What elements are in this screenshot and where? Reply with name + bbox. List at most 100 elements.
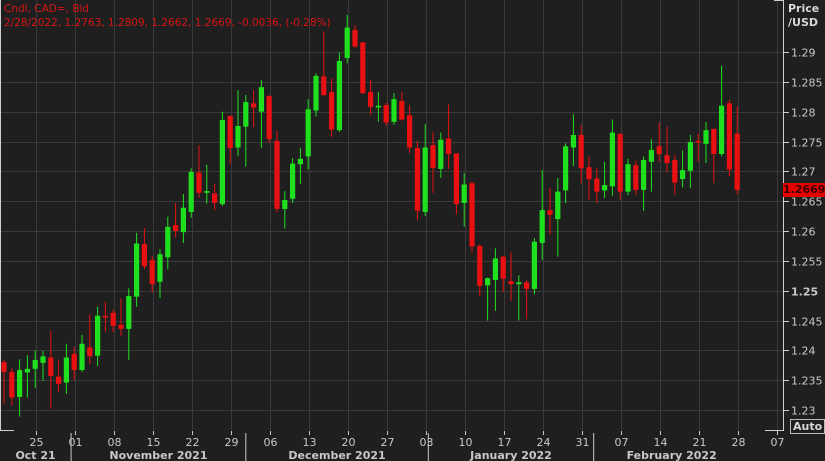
candle-body-down — [141, 244, 147, 267]
candle-body-down — [453, 153, 459, 205]
candle-body-down — [321, 76, 327, 95]
candle-body-up — [336, 60, 342, 131]
y-tick-label: 1.275 — [791, 137, 823, 150]
candle-body-down — [368, 91, 374, 107]
candle[interactable] — [313, 73, 319, 117]
candle-body-down — [594, 178, 600, 192]
candle-body-down — [102, 315, 108, 318]
candle[interactable] — [219, 111, 225, 206]
candle-body-down — [656, 146, 662, 155]
candle-body-down — [329, 91, 335, 130]
y-tick-label: 1.255 — [791, 256, 823, 269]
x-tick-label: 13 — [303, 436, 317, 449]
candle-body-down — [508, 281, 514, 285]
candle-body-down — [711, 128, 717, 155]
candle-body-up — [290, 163, 296, 199]
candle-body-down — [87, 347, 93, 357]
x-tick-label: 06 — [264, 436, 278, 449]
last-price-marker: 1.2669 — [783, 183, 825, 197]
candle-body-down — [500, 256, 506, 279]
x-tick-label: 25 — [30, 436, 44, 449]
month-label: December 2021 — [288, 449, 385, 461]
candle-body-down — [469, 183, 475, 247]
candle[interactable] — [266, 94, 272, 143]
candle[interactable] — [290, 158, 296, 203]
candle-body-down — [173, 225, 179, 232]
candle-body-up — [492, 258, 498, 280]
candle-body-down — [586, 167, 592, 180]
x-tick-label: 07 — [615, 436, 629, 449]
candle[interactable] — [414, 140, 420, 221]
x-tick-label: 31 — [576, 436, 590, 449]
candle-body-up — [204, 191, 210, 193]
candle-body-down — [227, 115, 233, 149]
candle-body-down — [446, 138, 452, 155]
candle-body-up — [40, 356, 46, 363]
candle-body-up — [375, 105, 381, 108]
candle-body-up — [563, 146, 569, 191]
auto-scale-button[interactable]: Auto — [790, 419, 825, 434]
chart-background — [0, 0, 825, 461]
candle[interactable] — [274, 130, 280, 213]
x-tick-label: 20 — [342, 436, 356, 449]
candle-body-up — [24, 368, 30, 373]
y-tick-label: 1.265 — [791, 196, 823, 209]
candle-body-up — [243, 102, 249, 127]
candle-body-up — [609, 132, 615, 187]
candle[interactable] — [726, 99, 732, 177]
chart-title: Cndl, CAD=, Bid — [4, 3, 90, 15]
candle-body-up — [17, 370, 23, 397]
candle-body-down — [407, 115, 413, 148]
x-tick-label: 24 — [537, 436, 551, 449]
price-unit-label: Price — [788, 2, 820, 15]
y-tick-label: 1.245 — [791, 316, 823, 329]
y-tick-label: 1.26 — [791, 226, 816, 239]
candle-body-up — [188, 171, 194, 212]
month-label: February 2022 — [627, 449, 717, 461]
candle-body-down — [399, 100, 405, 120]
month-label: January 2022 — [469, 449, 552, 461]
candle-body-up — [297, 158, 303, 165]
candle-body-up — [391, 99, 397, 122]
candle-body-up — [219, 120, 225, 205]
candle[interactable] — [469, 181, 475, 253]
y-tick-label: 1.24 — [791, 345, 816, 358]
candle-body-up — [344, 27, 350, 58]
candle[interactable] — [360, 41, 366, 94]
candle-body-up — [516, 282, 522, 285]
candle-body-up — [461, 184, 467, 203]
candle[interactable] — [625, 158, 631, 196]
candle-body-up — [95, 315, 101, 356]
y-tick-label: 1.23 — [791, 405, 816, 418]
candle-body-up — [687, 142, 693, 171]
candle-body-down — [212, 193, 218, 203]
candle-body-down — [414, 148, 420, 211]
x-tick-label: 14 — [654, 436, 668, 449]
candle[interactable] — [188, 168, 194, 218]
candle-body-up — [63, 357, 69, 383]
candle-body-up — [32, 359, 38, 369]
candle-body-up — [555, 191, 561, 220]
candle-body-down — [71, 353, 77, 371]
candle-body-down — [149, 260, 155, 285]
candle[interactable] — [531, 238, 537, 295]
candle-body-down — [251, 103, 257, 108]
candle[interactable] — [336, 52, 342, 132]
candle-body-down — [1, 362, 7, 372]
candle[interactable] — [134, 232, 140, 307]
candle-body-down — [726, 103, 732, 170]
candle-body-down — [617, 133, 623, 192]
y-tick-label: 1.235 — [791, 375, 823, 388]
candle-body-up — [157, 254, 163, 282]
candle-body-up — [79, 343, 85, 371]
candle-body-down — [266, 96, 272, 140]
candle[interactable] — [617, 133, 623, 200]
x-tick-label: 21 — [693, 436, 707, 449]
candle-body-down — [524, 282, 530, 289]
y-tick-label: 1.28 — [791, 107, 816, 120]
candle-body-down — [430, 145, 436, 168]
x-tick-label: 15 — [147, 436, 161, 449]
candle-body-down — [110, 312, 116, 326]
candle-body-up — [648, 149, 654, 162]
candlestick-chart[interactable]: 1.23 1.235 1.24 1.245 1.25 1.255 1.26 1.265 1.27… — [0, 0, 825, 461]
